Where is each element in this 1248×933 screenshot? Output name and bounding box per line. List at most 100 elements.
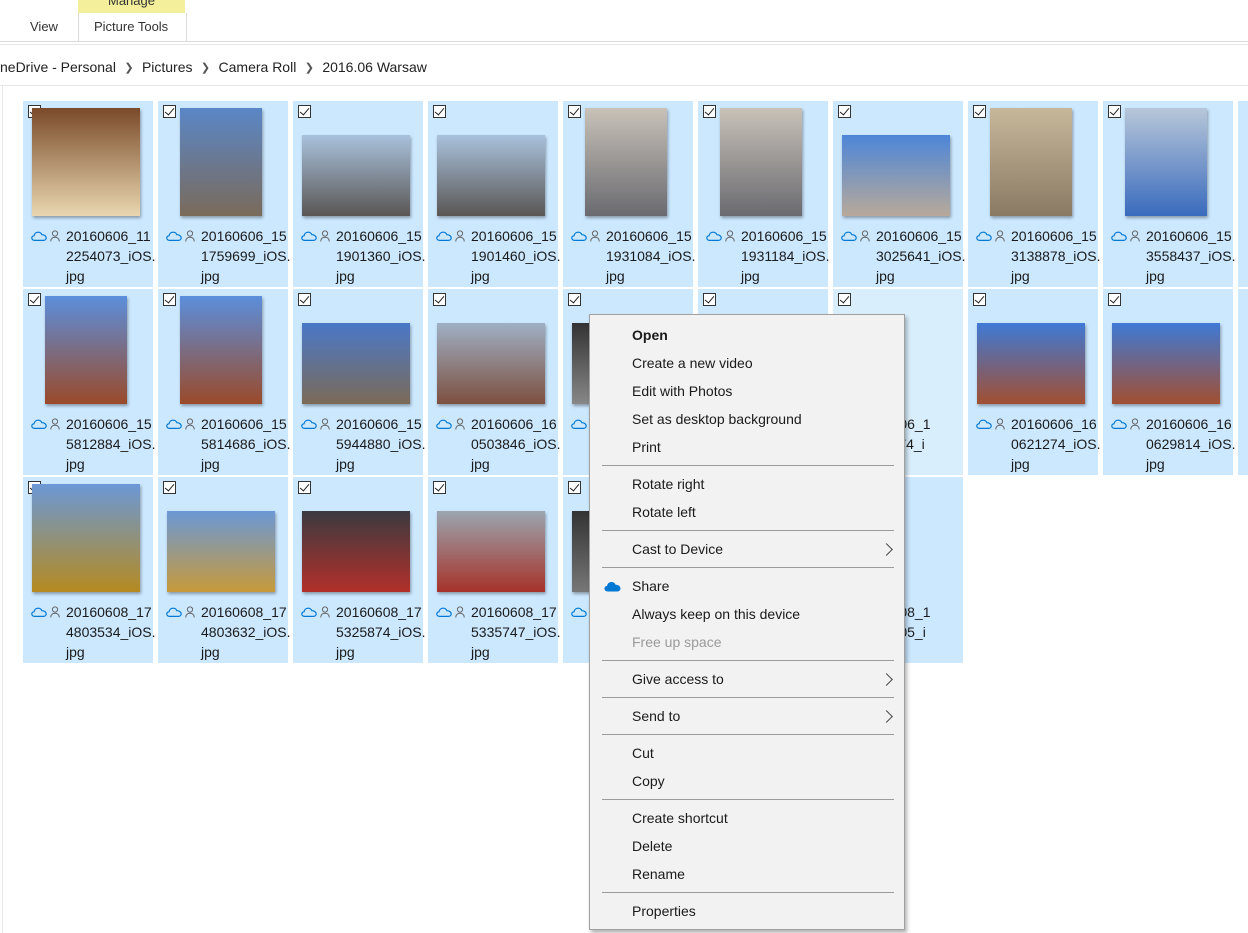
menu-give-access[interactable]: Give access to — [632, 671, 724, 687]
selection-checkbox[interactable] — [433, 481, 446, 494]
shared-person-icon — [185, 230, 195, 242]
menu-separator — [602, 660, 894, 661]
selection-checkbox[interactable] — [973, 105, 986, 118]
menu-cast[interactable]: Cast to Device — [632, 541, 723, 557]
menu-separator — [602, 799, 894, 800]
photo-thumbnail — [990, 108, 1072, 216]
photo-thumbnail — [842, 135, 950, 216]
selection-checkbox[interactable] — [973, 293, 986, 306]
menu-edit-photos[interactable]: Edit with Photos — [632, 383, 732, 399]
menu-create-video[interactable]: Create a new video — [632, 355, 753, 371]
photo-thumbnail — [302, 135, 410, 216]
file-tile[interactable]: 20160606_155814686_iOS.jpg — [158, 289, 291, 475]
cloud-status-icon — [571, 419, 587, 429]
file-tile[interactable]: 20160606_151901360_iOS.jpg — [293, 101, 426, 287]
menu-open[interactable]: Open — [632, 327, 668, 343]
menu-share[interactable]: Share — [632, 578, 669, 594]
selection-checkbox[interactable] — [163, 105, 176, 118]
file-tile-partial[interactable] — [1238, 289, 1248, 475]
selection-checkbox[interactable] — [703, 293, 716, 306]
shared-person-icon — [455, 230, 465, 242]
file-name: 20160606_151901460_iOS.jpg — [471, 228, 561, 284]
cloud-status-icon — [166, 607, 182, 617]
cloud-status-icon — [436, 419, 452, 429]
selection-checkbox[interactable] — [28, 293, 41, 306]
submenu-arrow-icon — [880, 543, 893, 556]
selection-checkbox[interactable] — [433, 293, 446, 306]
shared-person-icon — [50, 418, 60, 430]
selection-checkbox[interactable] — [568, 481, 581, 494]
chevron-right-icon[interactable]: ❯ — [296, 61, 322, 74]
file-tile[interactable]: 20160606_112254073_iOS.jpg — [23, 101, 156, 287]
file-tile[interactable]: 20160608_174803534_iOS.jpg — [23, 477, 156, 663]
file-tile[interactable]: 20160606_151931184_iOS.jpg — [698, 101, 829, 287]
menu-print[interactable]: Print — [632, 439, 661, 455]
file-tile[interactable]: 20160606_155812884_iOS.jpg — [23, 289, 156, 475]
file-tile[interactable]: 20160606_153558437_iOS.jpg — [1103, 101, 1236, 287]
menu-copy[interactable]: Copy — [632, 773, 665, 789]
chevron-right-icon[interactable]: ❯ — [116, 61, 142, 74]
file-tile[interactable]: 20160608_174803632_iOS.jpg — [158, 477, 291, 663]
menu-rotate-right[interactable]: Rotate right — [632, 476, 704, 492]
tab-manage[interactable]: Manage — [78, 0, 185, 13]
selection-checkbox[interactable] — [1108, 105, 1121, 118]
shared-person-icon — [50, 230, 60, 242]
file-tile[interactable]: 20160606_153138878_iOS.jpg — [968, 101, 1101, 287]
file-tile-partial[interactable] — [1238, 101, 1248, 287]
cloud-status-icon — [31, 231, 47, 241]
selection-checkbox[interactable] — [433, 105, 446, 118]
menu-delete[interactable]: Delete — [632, 838, 672, 854]
breadcrumb-folder[interactable]: 2016.06 Warsaw — [322, 59, 427, 75]
file-tile[interactable]: 20160606_160629814_iOS.jpg — [1103, 289, 1236, 475]
cloud-status-icon — [841, 231, 857, 241]
file-tile[interactable]: 20160608_175325874_iOS.jpg — [293, 477, 426, 663]
cloud-status-icon — [301, 607, 317, 617]
breadcrumb-onedrive[interactable]: neDrive - Personal — [0, 59, 116, 75]
menu-rotate-left[interactable]: Rotate left — [632, 504, 696, 520]
selection-checkbox[interactable] — [568, 105, 581, 118]
breadcrumb-pictures[interactable]: Pictures — [142, 59, 193, 75]
cloud-status-icon — [31, 607, 47, 617]
tab-picture-tools[interactable]: Picture Tools — [78, 13, 187, 42]
selection-checkbox[interactable] — [568, 293, 581, 306]
file-tile[interactable]: 20160606_151759699_iOS.jpg — [158, 101, 291, 287]
menu-cut[interactable]: Cut — [632, 745, 654, 761]
menu-create-shortcut[interactable]: Create shortcut — [632, 810, 728, 826]
menu-rename[interactable]: Rename — [632, 866, 685, 882]
selection-checkbox[interactable] — [163, 293, 176, 306]
breadcrumb-camera-roll[interactable]: Camera Roll — [219, 59, 297, 75]
selection-checkbox[interactable] — [1108, 293, 1121, 306]
selection-checkbox[interactable] — [298, 293, 311, 306]
selection-checkbox[interactable] — [838, 105, 851, 118]
file-tile[interactable]: 20160606_160621274_iOS.jpg — [968, 289, 1101, 475]
cloud-status-icon — [1111, 231, 1127, 241]
file-tile[interactable]: 20160606_151901460_iOS.jpg — [428, 101, 561, 287]
menu-set-background[interactable]: Set as desktop background — [632, 411, 802, 427]
selection-checkbox[interactable] — [298, 105, 311, 118]
photo-thumbnail — [585, 108, 667, 216]
photo-thumbnail — [32, 108, 140, 216]
selection-checkbox[interactable] — [703, 105, 716, 118]
chevron-right-icon[interactable]: ❯ — [193, 61, 219, 74]
file-name: 20160606_151901360_iOS.jpg — [336, 228, 426, 284]
onedrive-cloud-icon — [604, 582, 621, 592]
selection-checkbox[interactable] — [163, 481, 176, 494]
file-tile[interactable]: 20160608_175335747_iOS.jpg — [428, 477, 561, 663]
file-name: 20160606_112254073_iOS.jpg — [66, 228, 156, 284]
tab-view[interactable]: View — [30, 19, 58, 34]
menu-properties[interactable]: Properties — [632, 903, 696, 919]
file-tile[interactable]: 20160606_155944880_iOS.jpg — [293, 289, 426, 475]
file-name: 20160606_160621274_iOS.jpg — [1011, 416, 1101, 472]
file-tile[interactable]: 20160606_160503846_iOS.jpg — [428, 289, 561, 475]
cloud-status-icon — [976, 419, 992, 429]
selection-checkbox[interactable] — [838, 293, 851, 306]
menu-send-to[interactable]: Send to — [632, 708, 680, 724]
selection-checkbox[interactable] — [298, 481, 311, 494]
menu-keep-on-device[interactable]: Always keep on this device — [632, 606, 800, 622]
photo-thumbnail — [977, 323, 1085, 404]
menu-separator — [602, 697, 894, 698]
file-tile[interactable]: 20160606_153025641_iOS.jpg — [833, 101, 966, 287]
file-tile[interactable]: 20160606_151931084_iOS.jpg — [563, 101, 696, 287]
file-name: 20160606_155814686_iOS.jpg — [201, 416, 291, 472]
photo-thumbnail — [302, 323, 410, 404]
